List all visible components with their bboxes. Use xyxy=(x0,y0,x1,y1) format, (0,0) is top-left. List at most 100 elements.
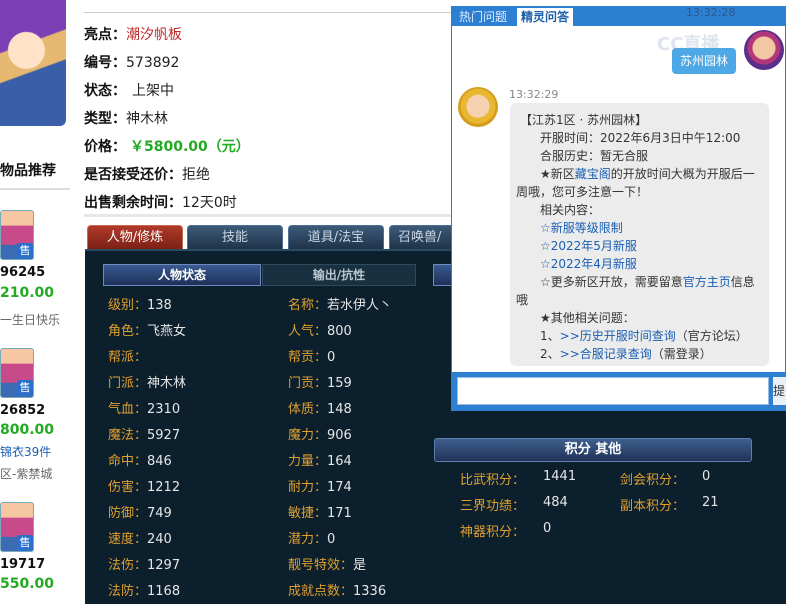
recommend-item-link[interactable]: 锦衣39件 xyxy=(0,443,51,460)
more-text-2: 信息 xyxy=(730,275,755,289)
score-header: 积分 其他 xyxy=(434,438,752,462)
tab-character[interactable]: 人物/修炼 xyxy=(87,225,183,250)
stat-label: 帮贡： xyxy=(288,350,328,365)
open-time: 开服时间：2022年6月3日中午12:00 xyxy=(540,131,741,145)
more-text: ☆更多新区开放，需要留意 xyxy=(540,275,683,289)
tab-items[interactable]: 道具/法宝 xyxy=(288,225,384,250)
stat-row: 门派：神木林 xyxy=(108,372,186,391)
stat-row: 人气：800 xyxy=(288,320,352,339)
stat-label: 靓号特效： xyxy=(288,558,354,573)
score-jianhui-value: 0 xyxy=(702,469,711,484)
merge-record-link[interactable]: >>合服记录查询 xyxy=(560,347,652,361)
stat-value: 是 xyxy=(353,558,367,573)
stat-row: 速度：240 xyxy=(108,528,172,547)
stat-value: 138 xyxy=(147,298,172,313)
stat-row: 体质：148 xyxy=(288,398,352,417)
recommend-item-number: 96245 xyxy=(0,265,46,280)
stat-row: 名称：若水伊人丶 xyxy=(288,294,392,313)
subtab-output[interactable]: 输出/抗性 xyxy=(262,264,416,286)
subtab-more[interactable] xyxy=(433,264,453,286)
link-level-limit[interactable]: ☆新服等级限制 xyxy=(540,219,623,236)
stat-value: 800 xyxy=(327,324,352,339)
remain-row: 出售剩余时间：12天0时 xyxy=(84,192,237,212)
stat-row: 门贡：159 xyxy=(288,372,352,391)
stat-value: 164 xyxy=(327,454,352,469)
id-label: 编号： xyxy=(84,55,126,71)
remain-label: 出售剩余时间： xyxy=(84,195,182,211)
merge-history: 合服历史：暂无合服 xyxy=(540,149,649,163)
stat-value: 174 xyxy=(327,480,352,495)
stat-label: 帮派： xyxy=(108,350,148,365)
tab-ai-answers[interactable]: 精灵问答 xyxy=(517,8,574,26)
stat-value: 0 xyxy=(327,532,336,547)
stat-value: 159 xyxy=(327,376,352,391)
recommend-item-number: 26852 xyxy=(0,403,46,418)
score-shenqi-value: 0 xyxy=(543,521,552,536)
recommend-title: 物品推荐 xyxy=(0,163,56,179)
link-may-new-server[interactable]: ☆2022年5月新服 xyxy=(540,237,637,254)
reply-time: 13:32:29 xyxy=(509,88,559,101)
stat-label: 魔法： xyxy=(108,428,148,443)
bargain-label: 是否接受还价： xyxy=(84,167,182,183)
question-2-note: （需登录） xyxy=(651,347,712,361)
stat-value: 171 xyxy=(327,506,352,521)
stat-row: 成就点数：1336 xyxy=(288,580,386,599)
question-1-note: （官方论坛） xyxy=(675,329,748,343)
link-april-new-server[interactable]: ☆2022年4月新服 xyxy=(540,255,637,272)
stat-row: 命中：846 xyxy=(108,450,172,469)
stat-row: 级别：138 xyxy=(108,294,172,313)
stat-label: 命中： xyxy=(108,454,148,469)
stat-label: 伤害： xyxy=(108,480,148,495)
status-value: 上架中 xyxy=(132,83,174,99)
official-site-link[interactable]: 官方主页 xyxy=(683,275,731,289)
stat-value: 240 xyxy=(147,532,172,547)
assistant-avatar xyxy=(458,87,498,127)
stat-row: 法防：1168 xyxy=(108,580,180,599)
score-fuben-label: 副本积分： xyxy=(620,499,686,514)
my-message-time: 13:32:28 xyxy=(686,6,736,19)
chat-input[interactable] xyxy=(457,377,769,405)
stat-label: 力量： xyxy=(288,454,328,469)
new-zone-text-3: 周哦，您可多注意一下！ xyxy=(516,185,649,199)
question-1-prefix: 1、 xyxy=(540,329,560,343)
type-label: 类型： xyxy=(84,111,126,127)
stat-row: 敏捷：171 xyxy=(288,502,352,521)
sale-badge: 售 xyxy=(17,535,33,551)
sale-badge: 售 xyxy=(17,380,33,396)
score-biwu-value: 1441 xyxy=(543,469,577,484)
price-value: ￥5800.00（元） xyxy=(130,139,250,155)
stat-value: 749 xyxy=(147,506,172,521)
stat-row: 魔力：906 xyxy=(288,424,352,443)
stat-value: 1168 xyxy=(147,584,181,599)
stat-value: 148 xyxy=(327,402,352,417)
id-row: 编号：573892 xyxy=(84,52,179,72)
question-2-prefix: 2、 xyxy=(540,347,560,361)
status-label: 状态： xyxy=(84,83,126,99)
treasure-pavilion-link[interactable]: 藏宝阁 xyxy=(575,167,611,181)
stat-row: 耐力：174 xyxy=(288,476,352,495)
stat-value: 飞燕女 xyxy=(147,324,187,339)
tab-skills[interactable]: 技能 xyxy=(187,225,283,250)
score-shenqi-label: 神器积分： xyxy=(460,525,526,540)
subtab-state[interactable]: 人物状态 xyxy=(103,264,261,286)
stat-row: 潜力：0 xyxy=(288,528,335,547)
answer-bubble: 【江苏1区 · 苏州园林】 开服时间：2022年6月3日中午12:00 合服历史… xyxy=(510,103,769,366)
price-row: 价格： ￥5800.00（元） xyxy=(84,136,250,156)
new-zone-text: ★新区 xyxy=(540,167,575,181)
stat-label: 气血： xyxy=(108,402,148,417)
bargain-value: 拒绝 xyxy=(182,167,210,183)
recommend-item-price: 800.00 xyxy=(0,422,55,438)
new-zone-text-2: 的开放时间大概为开服后一 xyxy=(610,167,755,181)
divider xyxy=(84,214,454,217)
score-fuben-value: 21 xyxy=(702,495,719,510)
history-open-link[interactable]: >>历史开服时间查询 xyxy=(560,329,676,343)
tab-summons[interactable]: 召唤兽/ xyxy=(389,225,459,250)
stat-label: 法伤： xyxy=(108,558,148,573)
send-button[interactable]: 提 xyxy=(773,377,786,405)
stat-value: 1212 xyxy=(147,480,181,495)
more-line: ☆更多新区开放，需要留意官方主页信息 xyxy=(540,273,755,290)
stat-label: 潜力： xyxy=(288,532,328,547)
stat-label: 法防： xyxy=(108,584,148,599)
stat-value: 906 xyxy=(327,428,352,443)
tab-hot-questions[interactable]: 热门问题 xyxy=(455,8,511,26)
